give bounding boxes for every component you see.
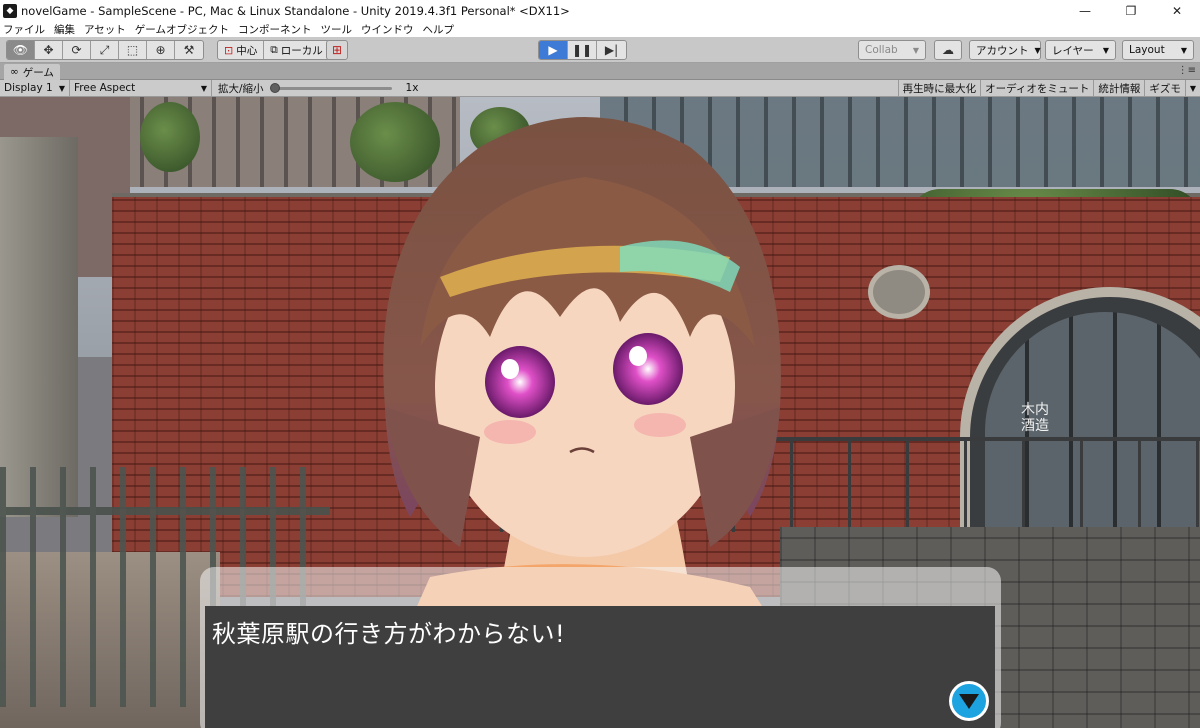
hand-tool-button[interactable]: 👁 bbox=[7, 41, 35, 59]
menu-bar: ファイル 編集 アセット ゲームオブジェクト コンポーネント ツール ウインドウ… bbox=[0, 21, 1200, 37]
menu-help[interactable]: ヘルプ bbox=[422, 22, 454, 37]
menu-tools[interactable]: ツール bbox=[320, 22, 352, 37]
custom-tool-icon: ⚒ bbox=[183, 43, 195, 57]
account-dropdown[interactable]: アカウント ▼ bbox=[969, 40, 1041, 60]
eye-icon: 👁 bbox=[12, 43, 29, 57]
grid-icon: ⊞ bbox=[331, 43, 343, 57]
layers-label: レイヤー bbox=[1052, 44, 1094, 57]
eye-highlight bbox=[501, 359, 519, 379]
tab-bar: ∞ ゲーム ⋮≡ bbox=[0, 63, 1200, 80]
game-view-toggles: 再生時に最大化 オーディオをミュート 統計情報 ギズモ ▼ bbox=[897, 80, 1200, 97]
unity-icon: ◆ bbox=[3, 3, 17, 18]
window-title: novelGame - SampleScene - PC, Mac & Linu… bbox=[21, 3, 570, 18]
gizmos-dropdown[interactable]: ギズモ bbox=[1144, 80, 1185, 97]
tab-game-label: ゲーム bbox=[22, 66, 54, 79]
close-button[interactable]: ✕ bbox=[1154, 0, 1200, 21]
background-tree bbox=[140, 102, 200, 172]
game-view[interactable]: 木内酒造 秋葉原駅の行き方がわからない! bbox=[0, 97, 1200, 728]
play-controls: ▶ ❚❚ ▶| bbox=[538, 40, 627, 60]
restore-button[interactable]: ❐ bbox=[1108, 0, 1154, 21]
step-button[interactable]: ▶| bbox=[597, 41, 626, 59]
scale-label: 拡大/縮小 bbox=[218, 82, 264, 95]
menu-edit[interactable]: 編集 bbox=[54, 22, 75, 37]
triangle-down-icon bbox=[959, 694, 979, 709]
right-eye bbox=[613, 333, 683, 405]
transform-tool-button[interactable]: ⊕ bbox=[147, 41, 175, 59]
mute-audio-toggle[interactable]: オーディオをミュート bbox=[980, 80, 1093, 97]
rect-icon: ⬚ bbox=[126, 43, 139, 57]
pivot-center-button[interactable]: ⊡ 中心 bbox=[218, 41, 265, 59]
left-eye bbox=[485, 346, 555, 418]
move-icon: ✥ bbox=[43, 43, 54, 57]
pause-icon: ❚❚ bbox=[571, 43, 593, 57]
scale-tool-button[interactable]: ⤢ bbox=[91, 41, 119, 59]
play-button[interactable]: ▶ bbox=[539, 41, 568, 59]
background-stone-pillar bbox=[0, 137, 78, 517]
display-dropdown[interactable]: Display 1 ▼ bbox=[0, 79, 70, 97]
scale-value: 1x bbox=[405, 82, 419, 94]
pivot-label: 中心 bbox=[236, 44, 258, 57]
account-label: アカウント bbox=[976, 44, 1029, 57]
pivot-icon: ⊡ bbox=[224, 43, 234, 57]
dialogue-text: 秋葉原駅の行き方がわからない! bbox=[212, 620, 566, 648]
stats-toggle[interactable]: 統計情報 bbox=[1093, 80, 1144, 97]
menu-component[interactable]: コンポーネント bbox=[238, 22, 312, 37]
rect-tool-button[interactable]: ⬚ bbox=[119, 41, 147, 59]
eye-highlight bbox=[629, 346, 647, 366]
left-blush bbox=[484, 420, 536, 444]
local-space-icon: ⧉ bbox=[270, 43, 278, 56]
move-tool-button[interactable]: ✥ bbox=[35, 41, 63, 59]
chevron-down-icon: ▼ bbox=[200, 83, 207, 93]
window-titlebar: ◆ novelGame - SampleScene - PC, Mac & Li… bbox=[0, 0, 1200, 21]
chevron-down-icon: ▼ bbox=[1102, 45, 1109, 55]
tab-game[interactable]: ∞ ゲーム bbox=[4, 64, 60, 80]
cloud-icon: ☁ bbox=[942, 43, 954, 57]
scale-icon: ⤢ bbox=[99, 42, 110, 57]
play-icon: ▶ bbox=[548, 43, 558, 57]
custom-tool-button[interactable]: ⚒ bbox=[175, 41, 203, 59]
menu-file[interactable]: ファイル bbox=[3, 22, 45, 37]
aspect-dropdown[interactable]: Free Aspect ▼ bbox=[70, 79, 212, 97]
shop-sign: 木内酒造 bbox=[1021, 402, 1049, 434]
tab-menu-icon[interactable]: ⋮≡ bbox=[1178, 65, 1196, 76]
chevron-down-icon: ▼ bbox=[1034, 45, 1041, 55]
layout-label: Layout bbox=[1129, 44, 1165, 56]
transform-tools: 👁 ✥ ⟳ ⤢ ⬚ ⊕ ⚒ bbox=[6, 40, 204, 60]
layers-dropdown[interactable]: レイヤー ▼ bbox=[1045, 40, 1116, 60]
grid-snap-group: ⊞ bbox=[326, 40, 348, 60]
scale-slider-thumb[interactable] bbox=[269, 82, 280, 93]
game-view-toolbar: Display 1 ▼ Free Aspect ▼ 拡大/縮小 1x 再生時に最大化… bbox=[0, 79, 1200, 97]
next-message-button[interactable] bbox=[949, 681, 989, 721]
collab-label: Collab bbox=[865, 44, 898, 56]
cloud-button[interactable]: ☁ bbox=[934, 40, 962, 60]
collab-dropdown[interactable]: Collab ▼ bbox=[858, 40, 926, 60]
transform-icon: ⊕ bbox=[155, 43, 166, 57]
chevron-down-icon: ▼ bbox=[58, 83, 65, 93]
pivot-local-button[interactable]: ⧉ ローカル bbox=[264, 41, 329, 59]
menu-assets[interactable]: アセット bbox=[84, 22, 126, 37]
layout-dropdown[interactable]: Layout ▼ bbox=[1122, 40, 1194, 60]
rotate-icon: ⟳ bbox=[71, 43, 82, 57]
game-view-icon: ∞ bbox=[10, 66, 19, 78]
chevron-down-icon[interactable]: ▼ bbox=[1184, 80, 1200, 97]
grid-snap-button[interactable]: ⊞ bbox=[327, 41, 347, 59]
pause-button[interactable]: ❚❚ bbox=[568, 41, 597, 59]
maximize-on-play-toggle[interactable]: 再生時に最大化 bbox=[897, 80, 981, 97]
background-round-window bbox=[868, 265, 930, 319]
step-icon: ▶| bbox=[604, 43, 619, 57]
rotate-tool-button[interactable]: ⟳ bbox=[63, 41, 91, 59]
pivot-tools: ⊡ 中心 ⧉ ローカル bbox=[217, 40, 330, 60]
main-toolbar: 👁 ✥ ⟳ ⤢ ⬚ ⊕ ⚒ ⊡ 中心 ⧉ ローカル ⊞ ▶ ❚❚ ▶| Collab… bbox=[0, 37, 1200, 63]
window-controls: — ❐ ✕ bbox=[1062, 0, 1200, 21]
scale-slider[interactable] bbox=[269, 82, 392, 93]
menu-window[interactable]: ウインドウ bbox=[361, 22, 414, 37]
chevron-down-icon: ▼ bbox=[912, 45, 919, 55]
menu-gameobject[interactable]: ゲームオブジェクト bbox=[135, 22, 229, 37]
space-label: ローカル bbox=[280, 44, 323, 57]
chevron-down-icon: ▼ bbox=[1180, 45, 1187, 55]
right-blush bbox=[634, 413, 686, 437]
aspect-label: Free Aspect bbox=[74, 82, 136, 94]
minimize-button[interactable]: — bbox=[1062, 0, 1108, 21]
display-label: Display 1 bbox=[4, 82, 53, 94]
